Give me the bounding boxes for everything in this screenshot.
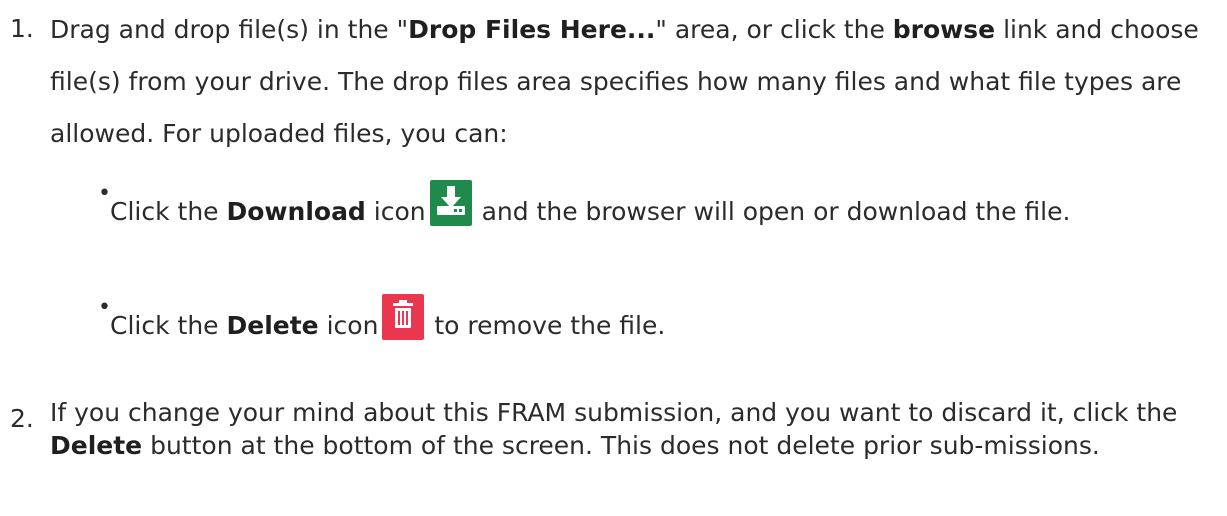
bullet-dot: • <box>98 295 111 320</box>
bullet-download: • Click the Download icon and the browse… <box>98 180 1167 230</box>
download-icon <box>429 180 472 226</box>
delete-button-term: Delete <box>50 431 143 460</box>
step-number: 1. <box>10 14 34 43</box>
bullet-dot: • <box>98 181 111 206</box>
drop-files-here-term: Drop Files Here... <box>408 15 656 44</box>
bullet-delete: • Click the Delete icon to remove the fi… <box>98 294 1167 344</box>
step-text: If you change your mind about this FRAM … <box>50 398 1178 460</box>
step-text: Drag and drop file(s) in the "Drop Files… <box>50 15 1199 148</box>
trash-icon <box>382 294 425 340</box>
step-number: 2. <box>10 404 34 433</box>
browse-term: browse <box>892 15 996 44</box>
